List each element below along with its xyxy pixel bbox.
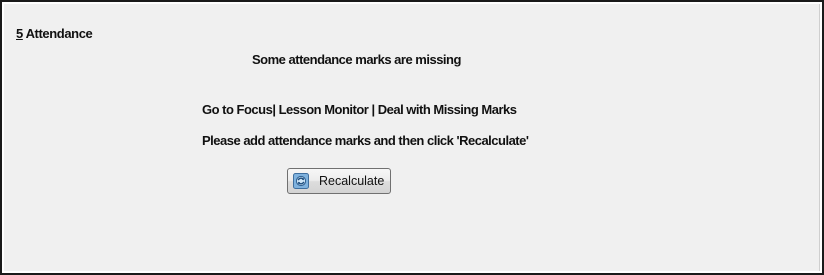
recalculate-icon	[293, 173, 309, 189]
instruction-text: Please add attendance marks and then cli…	[202, 133, 529, 148]
section-title: 5 Attendance	[16, 26, 93, 41]
recalculate-button-label: Recalculate	[319, 174, 385, 188]
window-frame: 5 Attendance Some attendance marks are m…	[0, 0, 824, 275]
missing-marks-message: Some attendance marks are missing	[252, 52, 461, 67]
recalculate-button[interactable]: Recalculate	[287, 168, 391, 194]
section-title-text: Attendance	[22, 26, 93, 41]
navigation-path-text: Go to Focus| Lesson Monitor | Deal with …	[202, 102, 517, 117]
section-number: 5	[16, 26, 23, 41]
